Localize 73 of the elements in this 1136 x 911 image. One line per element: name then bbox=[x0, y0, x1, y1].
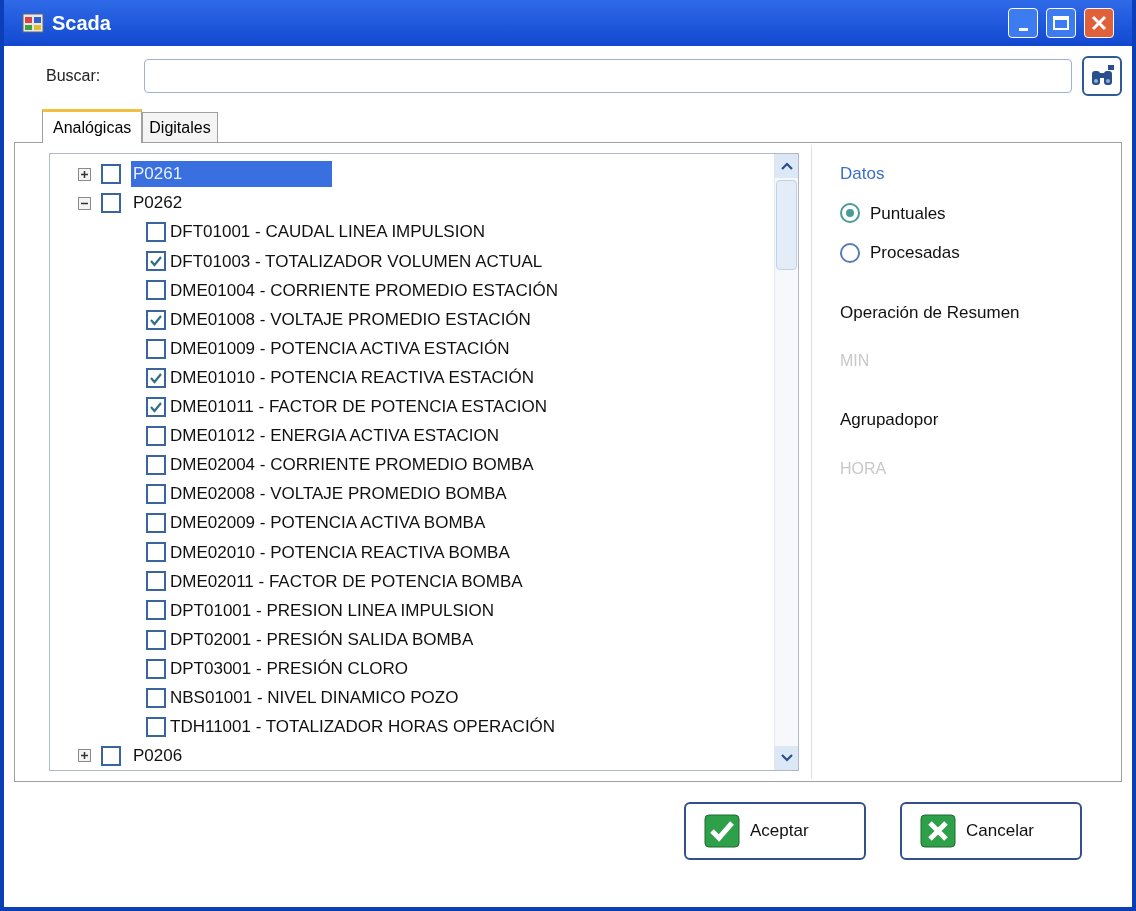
maximize-button[interactable] bbox=[1046, 8, 1076, 38]
checkbox[interactable] bbox=[146, 716, 166, 737]
tree-item[interactable]: DFT01001 - CAUDAL LINEA IMPULSION bbox=[170, 219, 485, 245]
scroll-down-icon[interactable] bbox=[775, 746, 798, 770]
scrollbar[interactable] bbox=[774, 154, 798, 770]
close-icon bbox=[1091, 15, 1107, 31]
accept-button[interactable]: Aceptar bbox=[684, 802, 866, 860]
tree-item[interactable]: DME02011 - FACTOR DE POTENCIA BOMBA bbox=[170, 568, 523, 595]
tree-item[interactable]: DME02009 - POTENCIA ACTIVA BOMBA bbox=[170, 510, 486, 536]
checkbox[interactable] bbox=[146, 251, 166, 272]
tree-item[interactable]: TDH11001 - TOTALIZADOR HORAS OPERACIÓN bbox=[170, 714, 556, 740]
tree-item[interactable]: DPT01001 - PRESION LINEA IMPULSION bbox=[170, 597, 495, 624]
close-button[interactable] bbox=[1084, 8, 1114, 38]
tab[interactable]: Analógicas bbox=[42, 109, 143, 143]
tree-item[interactable]: DME01012 - ENERGIA ACTIVA ESTACION bbox=[170, 423, 500, 449]
window-title: Scada bbox=[52, 11, 111, 36]
checkbox[interactable] bbox=[146, 542, 166, 563]
checkbox[interactable] bbox=[146, 513, 166, 534]
tree-item[interactable]: DME02008 - VOLTAJE PROMEDIO BOMBA bbox=[170, 481, 507, 507]
tree-item[interactable]: DME02010 - POTENCIA REACTIVA BOMBA bbox=[170, 539, 510, 565]
radio-button[interactable] bbox=[840, 242, 860, 263]
check-icon bbox=[149, 254, 163, 269]
checkbox[interactable] bbox=[146, 455, 166, 475]
search-label: Buscar: bbox=[45, 66, 102, 86]
tree-item[interactable]: DME01008 - VOLTAJE PROMEDIO ESTACIÓN bbox=[170, 306, 531, 333]
checkbox[interactable] bbox=[146, 396, 166, 417]
expand-icon[interactable] bbox=[78, 167, 91, 181]
tree-item[interactable]: DFT01003 - TOTALIZADOR VOLUMEN ACTUAL bbox=[170, 248, 543, 275]
tab[interactable]: Digitales bbox=[142, 112, 218, 142]
checkbox[interactable] bbox=[146, 571, 166, 592]
tree-item[interactable]: DPT03001 - PRESIÓN CLORO bbox=[170, 655, 409, 682]
tree-item[interactable]: DME02004 - CORRIENTE PROMEDIO BOMBA bbox=[170, 452, 534, 478]
app-icon bbox=[22, 13, 44, 33]
expand-icon[interactable] bbox=[78, 749, 91, 763]
checkbox[interactable] bbox=[146, 658, 166, 679]
tree-node[interactable]: P0262 bbox=[131, 190, 183, 216]
find-button[interactable] bbox=[1082, 56, 1122, 96]
radio-label: Procesadas bbox=[870, 242, 960, 264]
checkbox[interactable] bbox=[146, 484, 166, 505]
radio-button[interactable] bbox=[840, 203, 860, 224]
field-label: Operación de Resumen bbox=[840, 301, 1021, 324]
checkbox[interactable] bbox=[101, 745, 121, 766]
checkbox[interactable] bbox=[101, 164, 121, 185]
checkbox[interactable] bbox=[146, 222, 166, 243]
tree-item[interactable]: DME01009 - POTENCIA ACTIVA ESTACIÓN bbox=[170, 335, 510, 362]
collapse-icon[interactable] bbox=[78, 196, 91, 210]
tree-item[interactable]: DME01004 - CORRIENTE PROMEDIO ESTACIÓN bbox=[170, 277, 558, 304]
checkbox[interactable] bbox=[146, 687, 166, 708]
binoculars-icon bbox=[1089, 64, 1115, 88]
checkbox[interactable] bbox=[146, 367, 166, 388]
group-title: Datos bbox=[840, 163, 886, 185]
tree-item[interactable]: DME01011 - FACTOR DE POTENCIA ESTACION bbox=[170, 394, 547, 420]
checkbox[interactable] bbox=[146, 629, 166, 650]
radio-label: Puntuales bbox=[870, 202, 946, 225]
check-icon bbox=[704, 814, 740, 848]
tree-node[interactable]: P0206 bbox=[131, 743, 183, 769]
tree-node[interactable]: P0261 bbox=[131, 161, 333, 187]
field-label: Agrupadopor bbox=[840, 409, 940, 431]
search-field[interactable] bbox=[144, 59, 1072, 93]
checkbox[interactable] bbox=[146, 425, 166, 446]
close-icon bbox=[920, 814, 956, 848]
scroll-thumb[interactable] bbox=[776, 180, 797, 270]
tree-item[interactable]: DME01010 - POTENCIA REACTIVA ESTACIÓN bbox=[170, 364, 535, 391]
minimize-button[interactable] bbox=[1008, 8, 1038, 38]
checkbox[interactable] bbox=[146, 338, 166, 359]
scroll-up-icon[interactable] bbox=[775, 154, 798, 178]
tree-item[interactable]: DPT02001 - PRESIÓN SALIDA BOMBA bbox=[170, 626, 474, 653]
checkbox[interactable] bbox=[146, 600, 166, 621]
cancel-button[interactable]: Cancelar bbox=[900, 802, 1082, 860]
tree-item[interactable]: NBS01001 - NIVEL DINAMICO POZO bbox=[170, 685, 459, 711]
checkbox[interactable] bbox=[146, 309, 166, 330]
checkbox[interactable] bbox=[101, 193, 121, 214]
checkbox[interactable] bbox=[146, 280, 166, 301]
